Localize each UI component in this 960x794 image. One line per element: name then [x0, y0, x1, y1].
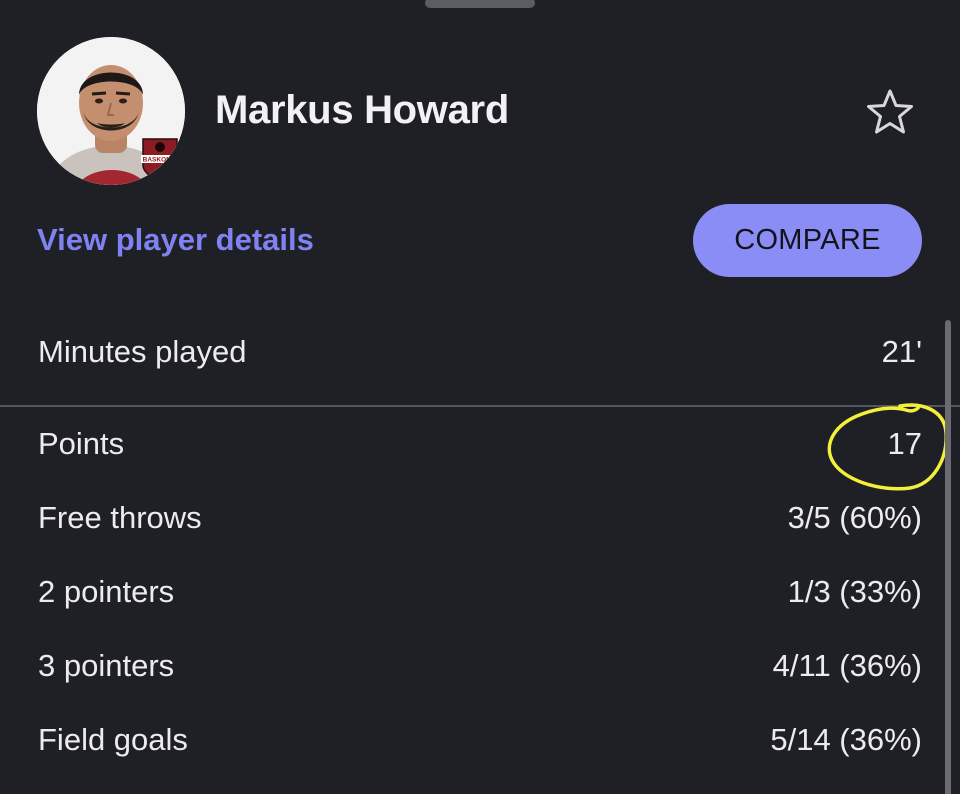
stat-row-field-goals: Field goals 5/14 (36%)	[0, 710, 960, 770]
scrollbar[interactable]	[945, 320, 951, 794]
stat-row-2-pointers: 2 pointers 1/3 (33%)	[0, 562, 960, 622]
player-photo: BASKONIA	[37, 37, 185, 185]
view-player-details-link[interactable]: View player details	[37, 222, 314, 258]
stat-value: 3/5 (60%)	[787, 500, 922, 535]
stat-label: 2 pointers	[38, 574, 175, 609]
stat-label: Free throws	[38, 500, 202, 535]
player-stats-sheet: BASKONIA Markus Howard View player detai…	[0, 0, 960, 794]
stat-label: Points	[38, 426, 125, 461]
stat-row-minutes-played: Minutes played 21'	[0, 322, 960, 382]
sheet-grab-handle[interactable]	[425, 0, 535, 8]
stat-label: Field goals	[38, 722, 188, 757]
player-avatar: BASKONIA	[37, 37, 185, 185]
stat-row-points: Points 17	[0, 414, 960, 474]
team-badge-label: BASKONIA	[143, 157, 178, 164]
stat-value: 21'	[881, 334, 922, 369]
stat-value: 1/3 (33%)	[787, 574, 922, 609]
stat-label: Minutes played	[38, 334, 247, 369]
stat-label: 3 pointers	[38, 648, 175, 683]
stat-value: 4/11 (36%)	[772, 648, 922, 683]
stat-row-3-pointers: 3 pointers 4/11 (36%)	[0, 636, 960, 696]
section-divider	[0, 405, 960, 407]
compare-button[interactable]: COMPARE	[693, 204, 922, 277]
stat-value: 17	[887, 426, 922, 461]
stat-value: 5/14 (36%)	[770, 722, 922, 757]
player-name: Markus Howard	[215, 88, 509, 132]
star-outline-icon[interactable]	[864, 86, 916, 138]
stat-row-free-throws: Free throws 3/5 (60%)	[0, 488, 960, 548]
